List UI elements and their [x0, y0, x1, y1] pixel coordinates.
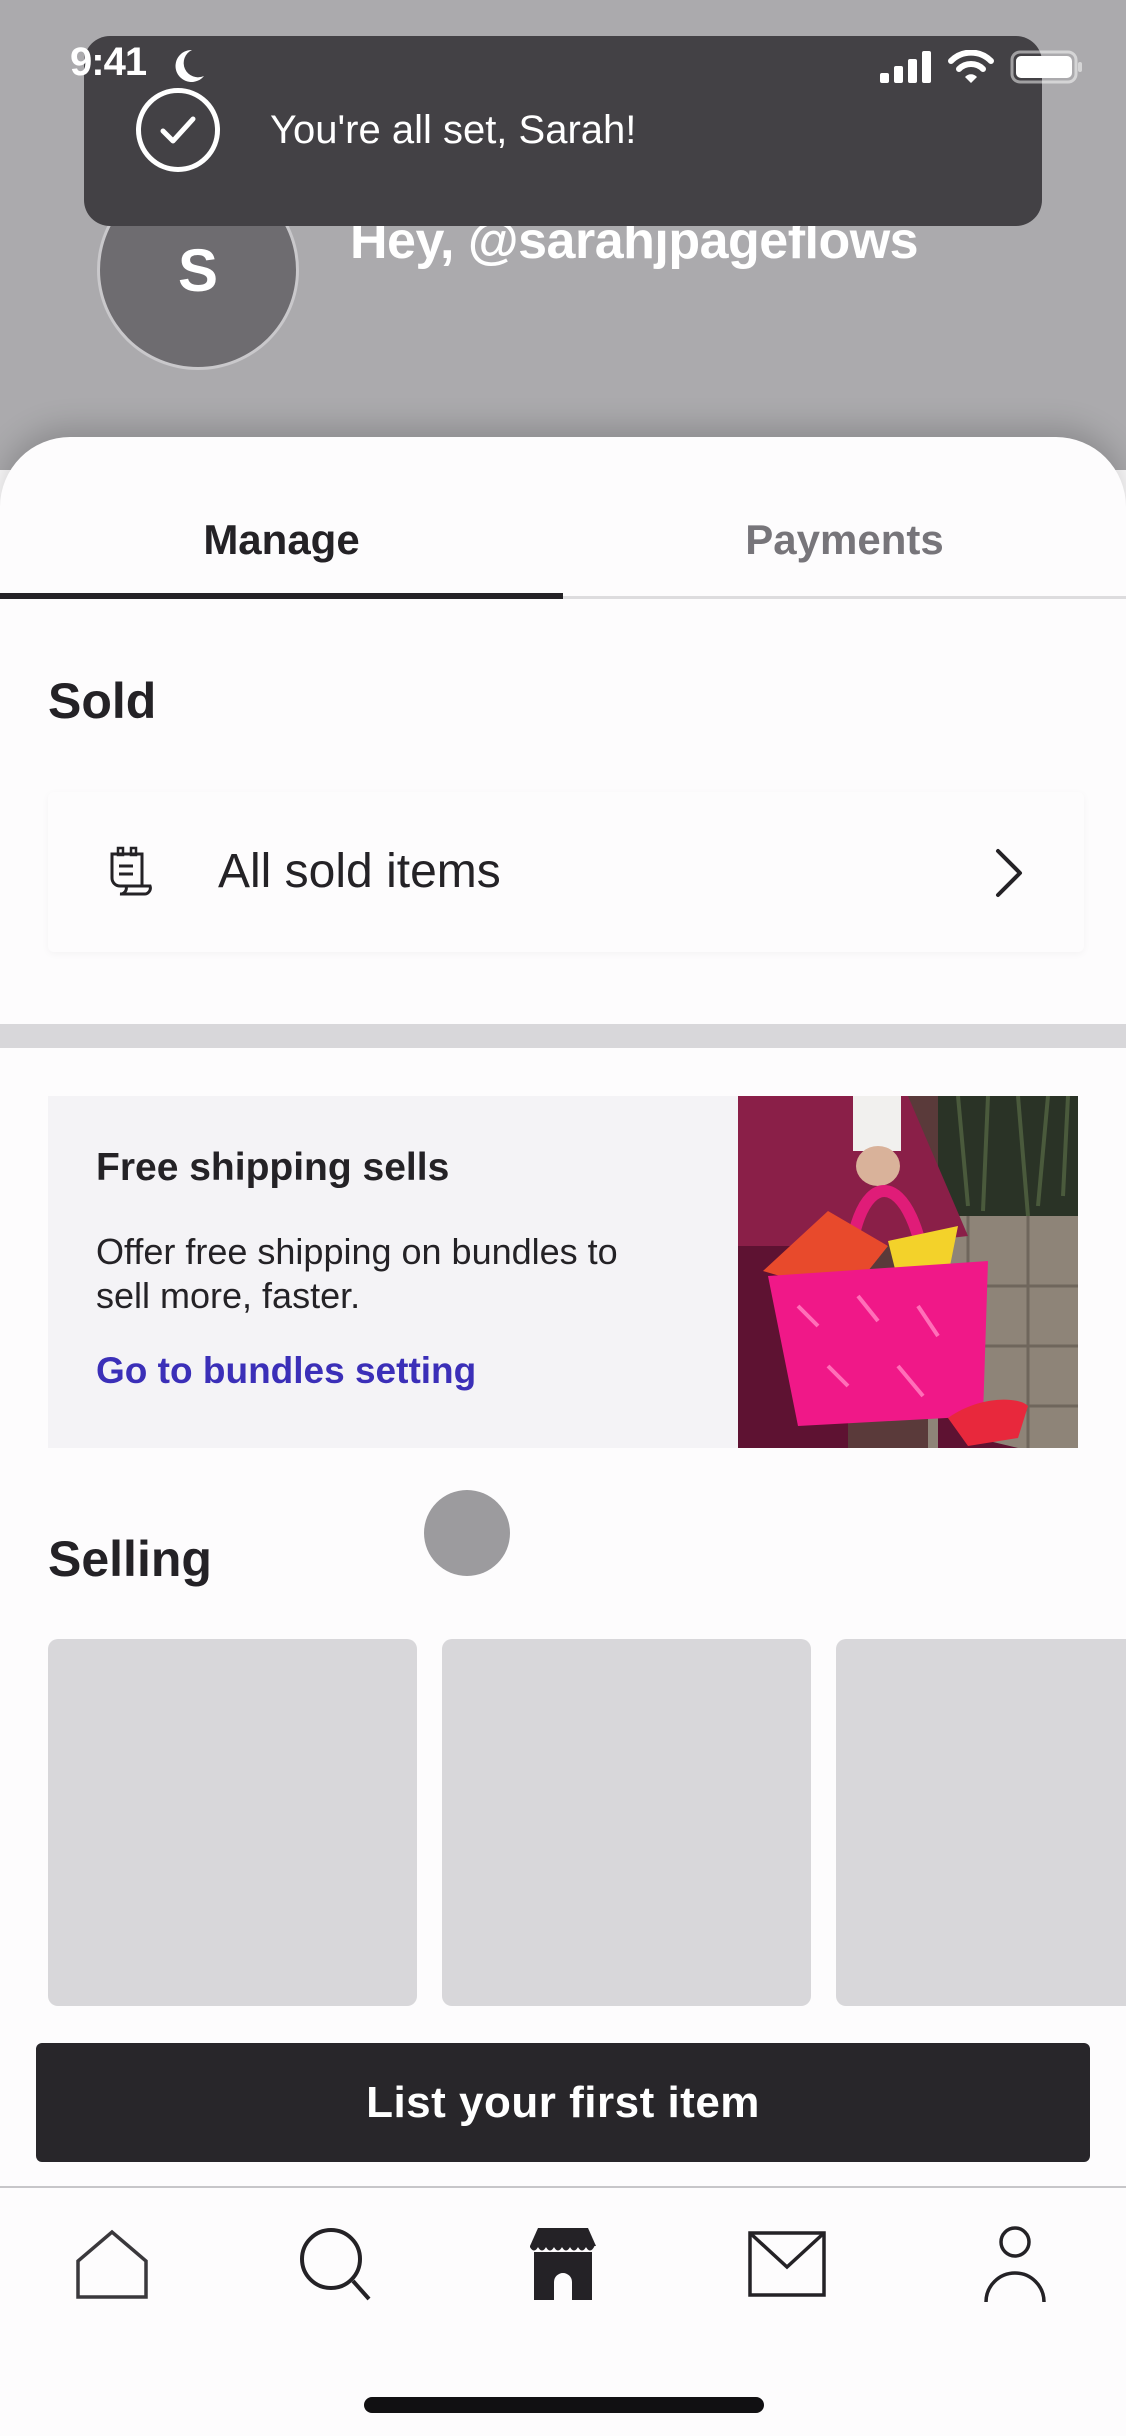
section-divider	[0, 1024, 1126, 1048]
cellular-signal-icon	[880, 51, 932, 88]
bottom-nav-divider	[0, 2186, 1126, 2188]
avatar-initial: S	[177, 236, 219, 304]
storefront-icon	[529, 2227, 596, 2305]
tab-manage[interactable]: Manage	[0, 480, 563, 600]
toast-message: You're all set, Sarah!	[270, 108, 637, 152]
mail-icon	[748, 2230, 826, 2302]
all-sold-items-label: All sold items	[218, 845, 501, 898]
search-icon	[299, 2227, 373, 2306]
nav-search[interactable]	[296, 2226, 376, 2306]
free-shipping-promo-card: Free shipping sells Offer free shipping …	[48, 1096, 1078, 1448]
home-indicator[interactable]	[364, 2397, 764, 2413]
all-sold-items-row[interactable]: All sold items	[48, 792, 1084, 952]
listing-placeholder	[48, 1639, 417, 2006]
chevron-right-icon	[994, 848, 1024, 903]
nav-profile[interactable]	[975, 2225, 1055, 2307]
tab-payments[interactable]: Payments	[563, 480, 1126, 600]
battery-icon	[1010, 50, 1084, 89]
home-icon	[76, 2229, 148, 2304]
touch-indicator	[424, 1490, 510, 1576]
promo-title: Free shipping sells	[96, 1146, 450, 1189]
check-circle-icon	[136, 88, 220, 172]
listing-placeholder	[442, 1639, 811, 2006]
wifi-icon	[948, 49, 994, 89]
list-first-item-button[interactable]: List your first item	[36, 2043, 1090, 2162]
status-icons	[880, 49, 1084, 89]
tab-bar: Manage Payments	[0, 480, 1126, 600]
moon-icon	[172, 48, 206, 89]
receipt-icon	[106, 846, 154, 903]
selling-section-title: Selling	[48, 1531, 212, 1587]
nav-inbox[interactable]	[747, 2226, 827, 2306]
nav-home[interactable]	[72, 2226, 152, 2306]
go-to-bundles-setting-link[interactable]: Go to bundles setting	[96, 1350, 476, 1392]
person-icon	[983, 2225, 1047, 2307]
listing-placeholder	[836, 1639, 1126, 2006]
nav-shop[interactable]	[523, 2226, 603, 2306]
promo-image	[738, 1096, 1078, 1448]
promo-body: Offer free shipping on bundles to sell m…	[96, 1231, 618, 1316]
status-time: 9:41	[70, 40, 147, 84]
active-tab-indicator	[0, 593, 563, 599]
sold-section-title: Sold	[48, 673, 157, 729]
